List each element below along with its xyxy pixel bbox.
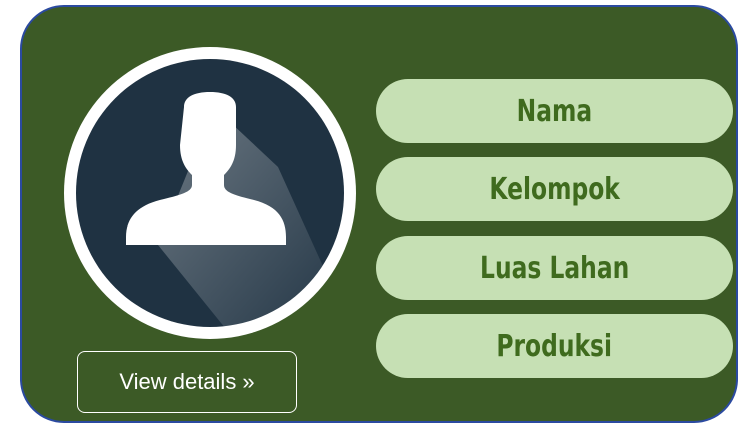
field-produksi: Produksi [376, 314, 733, 378]
field-produksi-label: Produksi [496, 328, 613, 364]
user-silhouette-icon [76, 59, 344, 327]
field-nama: Nama [376, 79, 733, 143]
field-nama-label: Nama [516, 93, 593, 129]
field-kelompok-label: Kelompok [489, 171, 620, 207]
field-kelompok: Kelompok [376, 157, 733, 221]
field-luas-lahan-label: Luas Lahan [479, 250, 630, 286]
avatar [64, 47, 356, 339]
field-luas-lahan: Luas Lahan [376, 236, 733, 300]
view-details-label: View details » [119, 369, 255, 394]
view-details-button[interactable]: View details » [77, 351, 297, 413]
